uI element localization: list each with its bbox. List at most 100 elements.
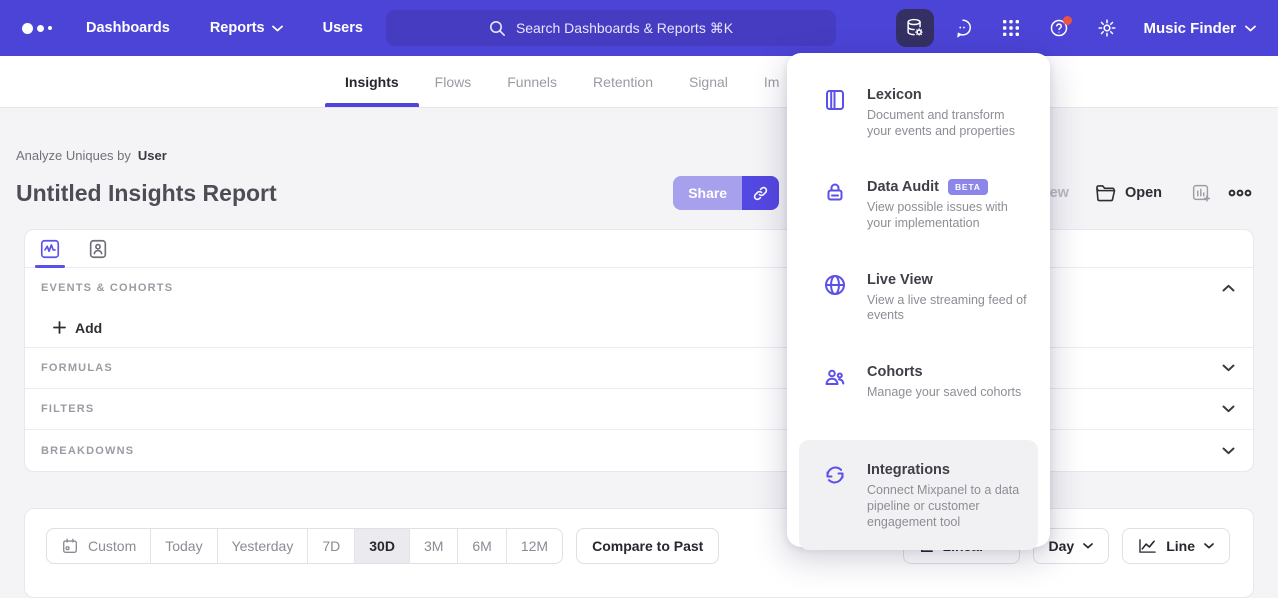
share-split-button: Share — [673, 176, 779, 210]
expand-section-button[interactable] — [1222, 447, 1235, 455]
tab-retention[interactable]: Retention — [593, 56, 653, 107]
menu-item-integrations[interactable]: Integrations Connect Mixpanel to a data … — [799, 440, 1038, 550]
date-option-3m[interactable]: 3M — [409, 529, 457, 563]
date-option-label: 12M — [521, 538, 548, 554]
project-name: Music Finder — [1143, 20, 1236, 37]
chevron-down-icon — [1245, 25, 1256, 32]
date-option-6m[interactable]: 6M — [457, 529, 505, 563]
settings-button[interactable] — [1088, 9, 1126, 47]
chevron-down-icon — [1083, 543, 1093, 549]
share-button[interactable]: Share — [673, 176, 742, 210]
ellipsis-icon — [1228, 188, 1252, 198]
notification-dot — [1063, 16, 1072, 25]
chevron-down-icon — [1222, 405, 1235, 413]
date-option-today[interactable]: Today — [150, 529, 216, 563]
section-filters[interactable]: FILTERS — [25, 389, 1253, 430]
mixpanel-logo-icon[interactable] — [22, 23, 52, 34]
nav-reports[interactable]: Reports — [210, 20, 283, 36]
compare-label: Compare to Past — [592, 538, 703, 554]
nav-reports-label: Reports — [210, 20, 265, 36]
expand-section-button[interactable] — [1222, 364, 1235, 372]
project-selector[interactable]: Music Finder — [1143, 0, 1256, 56]
menu-item-cohorts[interactable]: Cohorts Manage your saved cohorts — [787, 364, 1050, 401]
open-label: Open — [1125, 185, 1162, 201]
add-label: Add — [75, 320, 102, 336]
tab-impact[interactable]: Im — [764, 56, 780, 107]
analyze-value[interactable]: User — [138, 148, 167, 163]
menu-item-live-view[interactable]: Live View View a live streaming feed of … — [787, 272, 1050, 324]
section-label: EVENTS & COHORTS — [41, 282, 173, 294]
globe-icon — [823, 272, 847, 324]
tab-signal[interactable]: Signal — [689, 56, 728, 107]
date-option-label: Custom — [88, 538, 136, 554]
sync-icon — [823, 462, 847, 530]
lock-icon — [823, 179, 847, 231]
people-icon — [823, 364, 847, 401]
expand-section-button[interactable] — [1222, 405, 1235, 413]
chevron-up-icon — [1222, 284, 1235, 292]
chevron-down-icon — [272, 25, 283, 32]
date-option-label: Yesterday — [232, 538, 294, 554]
date-option-label: 30D — [369, 538, 395, 554]
tab-label: Im — [764, 74, 780, 90]
grid-apps-icon — [1001, 18, 1021, 38]
line-chart-icon — [1138, 538, 1157, 554]
section-formulas[interactable]: FORMULAS — [25, 348, 1253, 389]
database-gear-icon — [904, 17, 926, 39]
menu-item-desc: Document and transform your events and p… — [867, 108, 1030, 139]
menu-item-desc: Connect Mixpanel to a data pipeline or c… — [867, 483, 1022, 530]
message-bubble-icon — [952, 17, 974, 39]
date-option-yesterday[interactable]: Yesterday — [217, 529, 308, 563]
menu-item-desc: View a live streaming feed of events — [867, 293, 1030, 324]
feedback-button[interactable] — [944, 9, 982, 47]
nav-users[interactable]: Users — [323, 20, 363, 36]
search-input[interactable]: Search Dashboards & Reports ⌘K — [386, 10, 836, 46]
chart-type-dropdown[interactable]: Line — [1122, 528, 1230, 564]
menu-item-data-audit[interactable]: Data Audit BETA View possible issues wit… — [787, 179, 1050, 231]
date-option-12m[interactable]: 12M — [506, 529, 562, 563]
page-title[interactable]: Untitled Insights Report — [16, 180, 277, 207]
tab-flows[interactable]: Flows — [435, 56, 472, 107]
report-title-row: Untitled Insights Report Share New Open — [0, 173, 1278, 213]
section-breakdowns[interactable]: BREAKDOWNS — [25, 430, 1253, 471]
copy-link-button[interactable] — [742, 176, 779, 210]
tab-insights[interactable]: Insights — [345, 56, 399, 107]
nav-dashboards[interactable]: Dashboards — [86, 20, 170, 36]
events-add-row: Add — [25, 308, 1253, 348]
chart-controls-panel: Custom Today Yesterday 7D 30D 3M 6M 12M … — [24, 508, 1254, 598]
date-option-label: Today — [165, 538, 202, 554]
menu-item-lexicon[interactable]: Lexicon Document and transform your even… — [787, 87, 1050, 139]
add-event-button[interactable]: Add — [53, 320, 102, 336]
collapse-section-button[interactable] — [1222, 284, 1235, 292]
data-management-button[interactable] — [896, 9, 934, 47]
more-options-button[interactable] — [1228, 188, 1252, 198]
builder-tab-users[interactable] — [87, 230, 109, 268]
builder-tab-events[interactable] — [39, 230, 61, 268]
calendar-icon — [61, 537, 79, 555]
date-option-custom[interactable]: Custom — [47, 529, 150, 563]
report-tabbar: Insights Flows Funnels Retention Signal … — [0, 56, 1278, 108]
date-option-label: 7D — [322, 538, 340, 554]
menu-item-desc: View possible issues with your implement… — [867, 200, 1030, 231]
apps-grid-button[interactable] — [992, 9, 1030, 47]
date-option-7d[interactable]: 7D — [307, 529, 354, 563]
tab-funnels[interactable]: Funnels — [507, 56, 557, 107]
nav-icon-group — [896, 0, 1126, 56]
query-builder-panel: EVENTS & COHORTS Add FORMULAS FILTERS BR… — [24, 229, 1254, 472]
share-label: Share — [688, 185, 727, 201]
section-label: FILTERS — [41, 403, 94, 415]
data-management-dropdown: Lexicon Document and transform your even… — [787, 53, 1050, 547]
section-label: FORMULAS — [41, 362, 113, 374]
add-to-dashboard-button[interactable] — [1190, 182, 1212, 204]
section-label: BREAKDOWNS — [41, 445, 134, 457]
chevron-down-icon — [1204, 543, 1214, 549]
open-report-button[interactable]: Open — [1095, 184, 1162, 202]
tab-label: Flows — [435, 74, 472, 90]
compare-to-past-button[interactable]: Compare to Past — [576, 528, 719, 564]
help-button[interactable] — [1040, 9, 1078, 47]
tab-label: Insights — [345, 74, 399, 90]
date-range-segmented-control: Custom Today Yesterday 7D 30D 3M 6M 12M — [46, 528, 563, 564]
section-events-cohorts[interactable]: EVENTS & COHORTS — [25, 268, 1253, 308]
tab-label: Signal — [689, 74, 728, 90]
date-option-30d[interactable]: 30D — [354, 529, 409, 563]
